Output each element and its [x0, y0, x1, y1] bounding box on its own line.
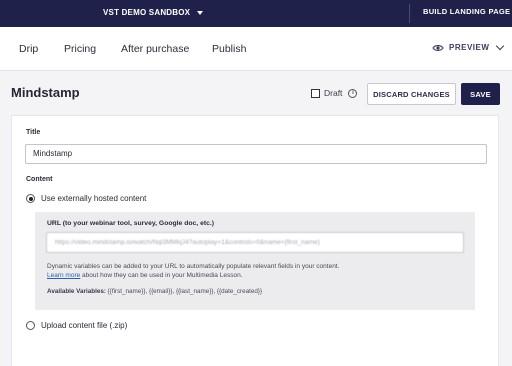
discard-changes-button[interactable]: DISCARD CHANGES [367, 83, 456, 105]
lesson-header: Mindstamp Draft i DISCARD CHANGES SAVE [0, 71, 512, 115]
tab-drip[interactable]: Drip [19, 43, 38, 55]
option-upload-content[interactable]: Upload content file (.zip) [26, 321, 127, 330]
preview-label: PREVIEW [449, 43, 490, 52]
tab-after-purchase[interactable]: After purchase [121, 43, 189, 55]
url-settings-panel: URL (to your webinar tool, survey, Googl… [35, 212, 475, 310]
section-tabs: Drip Pricing After purchase Publish PREV… [0, 27, 512, 71]
info-icon[interactable]: i [348, 88, 358, 98]
caret-down-icon [197, 10, 204, 15]
top-navigation-bar: VST DEMO SANDBOX BUILD LANDING PAGE [0, 0, 512, 27]
draft-checkbox[interactable] [311, 88, 320, 98]
chevron-down-icon [496, 41, 505, 50]
tab-pricing[interactable]: Pricing [64, 43, 96, 55]
option-external-label: Use externally hosted content [41, 194, 147, 203]
draft-label: Draft [324, 88, 343, 98]
title-label: Title [26, 129, 41, 136]
content-label: Content [26, 176, 53, 183]
url-input[interactable]: https://video.mindstamp.io/watch/Nql3MMk… [46, 232, 464, 253]
variables-list: {{first_name}}, {{email}}, {{last_name}}… [105, 288, 263, 295]
preview-dropdown[interactable]: PREVIEW [432, 41, 505, 52]
radio-external[interactable] [26, 194, 35, 203]
variables-label: Available Variables: [47, 288, 106, 295]
eye-icon [432, 44, 444, 51]
available-variables: Available Variables: {{first_name}}, {{e… [47, 288, 262, 295]
topbar-divider [409, 4, 410, 23]
option-upload-label: Upload content file (.zip) [41, 321, 128, 330]
tab-publish[interactable]: Publish [212, 43, 246, 55]
dynamic-variables-help: Dynamic variables can be added to your U… [47, 262, 457, 280]
page-title: Mindstamp [11, 85, 80, 100]
draft-toggle: Draft i [311, 88, 358, 98]
help-text: Dynamic variables can be added to your U… [47, 263, 340, 270]
workspace-name: VST DEMO SANDBOX [103, 8, 191, 17]
content-card: Title Mindstamp Content Use externally h… [11, 115, 499, 366]
build-landing-page-button[interactable]: BUILD LANDING PAGE [423, 7, 510, 16]
title-input[interactable]: Mindstamp [25, 144, 487, 164]
radio-upload[interactable] [26, 321, 35, 330]
save-button[interactable]: SAVE [461, 83, 500, 105]
url-label: URL (to your webinar tool, survey, Googl… [47, 220, 215, 227]
learn-more-link[interactable]: Learn more [47, 272, 80, 279]
workspace-switcher[interactable]: VST DEMO SANDBOX [103, 8, 204, 17]
help-suffix: about how they can be used in your Multi… [80, 272, 243, 279]
option-external-content[interactable]: Use externally hosted content [26, 194, 146, 203]
